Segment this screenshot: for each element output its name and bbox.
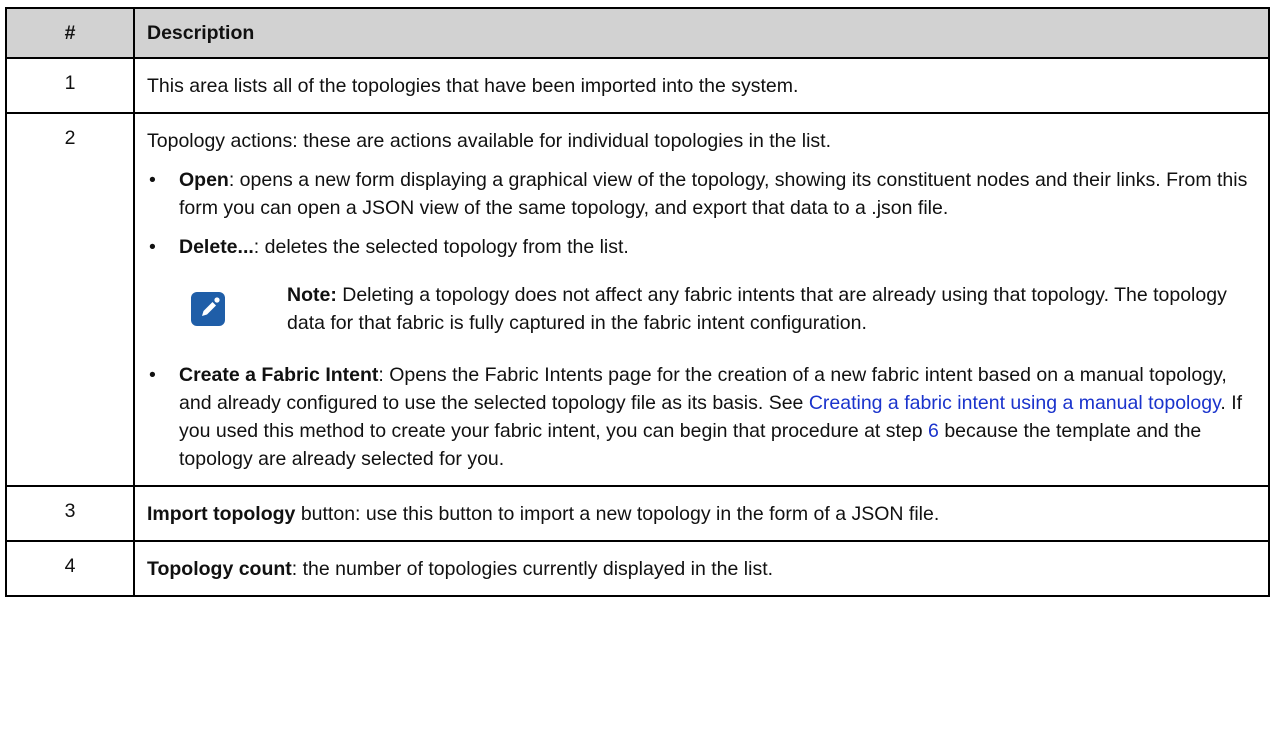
row-number: 3 [5, 485, 135, 542]
row-number: 2 [5, 112, 135, 487]
table-row: 1 This area lists all of the topologies … [5, 57, 1270, 114]
actions-list: Open: opens a new form displaying a grap… [147, 166, 1256, 473]
row-number: 1 [5, 57, 135, 114]
note-body: Note: Deleting a topology does not affec… [287, 281, 1256, 337]
table-header-row: # Description [5, 7, 1270, 59]
topology-actions-intro: Topology actions: these are actions avai… [147, 130, 831, 152]
note-block: Note: Deleting a topology does not affec… [179, 281, 1256, 337]
table-row: 3 Import topology button: use this butto… [5, 485, 1270, 542]
note-pencil-icon [191, 292, 225, 326]
note-label: Note: [287, 284, 337, 306]
table-row: 2 Topology actions: these are actions av… [5, 112, 1270, 487]
row-description: Topology count: the number of topologies… [133, 540, 1270, 597]
row-description: Import topology button: use this button … [133, 485, 1270, 542]
manual-topology-link[interactable]: Creating a fabric intent using a manual … [809, 392, 1221, 414]
header-number: # [5, 7, 135, 59]
row-text: This area lists all of the topologies th… [147, 75, 799, 97]
note-text: Deleting a topology does not affect any … [287, 284, 1227, 334]
description-table: # Description 1 This area lists all of t… [5, 7, 1270, 597]
step-link[interactable]: 6 [928, 420, 939, 442]
open-text: : opens a new form displaying a graphica… [179, 169, 1248, 219]
list-item: Delete...: deletes the selected topology… [147, 233, 1256, 337]
row-description: This area lists all of the topologies th… [133, 57, 1270, 114]
open-term: Open [179, 169, 229, 191]
list-item: Open: opens a new form displaying a grap… [147, 166, 1256, 222]
row-number: 4 [5, 540, 135, 597]
row-description: Topology actions: these are actions avai… [133, 112, 1270, 487]
topology-count-text: : the number of topologies currently dis… [291, 558, 774, 580]
topology-count-term: Topology count [147, 558, 292, 580]
header-description: Description [133, 7, 1270, 59]
list-item: Create a Fabric Intent: Opens the Fabric… [147, 361, 1256, 473]
delete-text: : deletes the selected topology from the… [253, 236, 629, 258]
import-topology-term: Import topology [147, 503, 296, 525]
create-fabric-intent-term: Create a Fabric Intent [179, 364, 379, 386]
delete-term: Delete... [179, 236, 254, 258]
import-topology-text: button: use this button to import a new … [295, 503, 940, 525]
table-row: 4 Topology count: the number of topologi… [5, 540, 1270, 597]
